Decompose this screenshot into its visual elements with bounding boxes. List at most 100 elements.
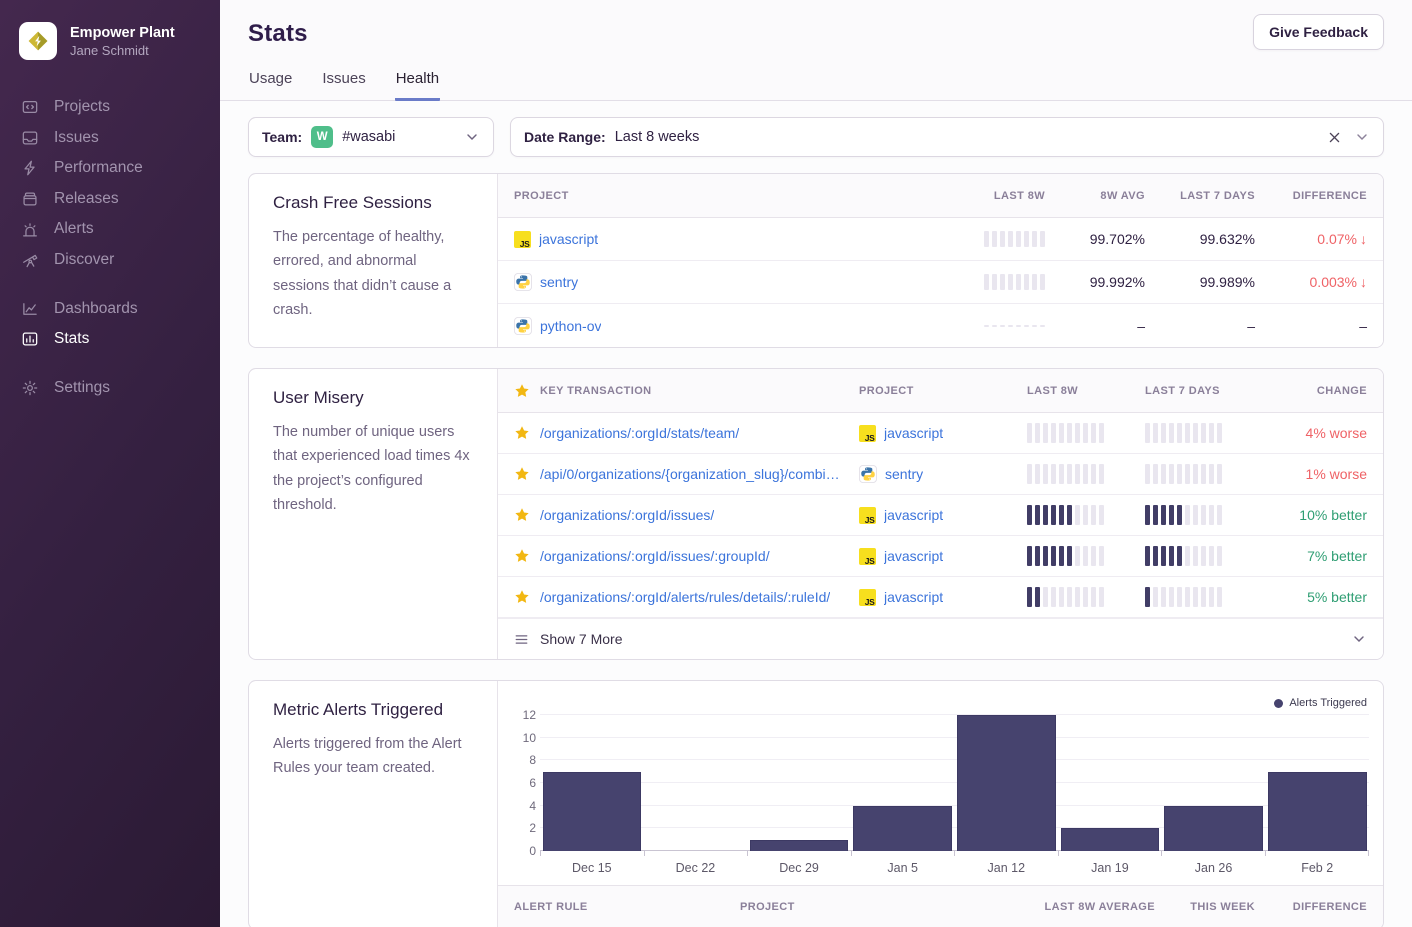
- transaction-link[interactable]: /organizations/:orgId/issues/:groupId/: [540, 548, 770, 564]
- sparkline: [984, 274, 1045, 290]
- project-link[interactable]: javascript: [884, 548, 943, 564]
- key-transaction-cell: /organizations/:orgId/issues/: [514, 507, 859, 523]
- sparkline-cell: [1027, 423, 1145, 443]
- table-row: /organizations/:orgId/alerts/rules/detai…: [498, 577, 1383, 618]
- team-select[interactable]: Team: W #wasabi: [248, 117, 494, 157]
- tab-health[interactable]: Health: [395, 70, 440, 101]
- metric-alerts-chart-area: Alerts Triggered 024681012 Dec 15Dec 22D…: [498, 681, 1383, 927]
- javascript-platform-icon: JS: [514, 231, 531, 248]
- bar[interactable]: [1164, 806, 1263, 851]
- user-misery-panel: User Misery The number of unique users t…: [248, 368, 1384, 660]
- chart-legend[interactable]: Alerts Triggered: [514, 689, 1369, 715]
- key-transaction-star-icon[interactable]: [514, 466, 530, 482]
- tab-issues[interactable]: Issues: [321, 70, 366, 101]
- x-tick-label: Feb 2: [1265, 861, 1369, 875]
- alert-rules-table-header: ALERT RULEPROJECTLAST 8W AVERAGETHIS WEE…: [498, 885, 1383, 927]
- x-tick-label: Jan 12: [955, 861, 1059, 875]
- list-icon: [514, 632, 529, 647]
- bar[interactable]: [853, 806, 952, 851]
- filter-row: Team: W #wasabi Date Range: Last 8 weeks: [248, 117, 1384, 157]
- releases-icon: [21, 190, 39, 208]
- sidebar-item-discover[interactable]: Discover: [0, 245, 220, 276]
- bar[interactable]: [957, 715, 1056, 851]
- javascript-platform-icon: JS: [859, 548, 876, 565]
- dashboards-icon: [21, 300, 39, 318]
- show-more-label: Show 7 More: [540, 631, 622, 647]
- sidebar-item-releases[interactable]: Releases: [0, 184, 220, 215]
- transaction-link[interactable]: /api/0/organizations/{organization_slug}…: [540, 466, 845, 482]
- sidebar-item-label: Projects: [54, 98, 110, 117]
- y-tick-label: 12: [523, 708, 536, 722]
- org-switcher[interactable]: Empower Plant Jane Schmidt: [0, 22, 220, 60]
- show-more-button[interactable]: Show 7 More: [498, 618, 1383, 659]
- sparkline: [1145, 505, 1263, 525]
- bar-slot: [955, 715, 1059, 851]
- column-header: LAST 8W: [1027, 385, 1145, 397]
- x-tick-icon: [1265, 851, 1266, 856]
- x-tick-label: Jan 19: [1058, 861, 1162, 875]
- column-header: LAST 8W AVERAGE: [1044, 901, 1155, 913]
- change-value: 7% better: [1307, 548, 1367, 564]
- give-feedback-button[interactable]: Give Feedback: [1253, 14, 1384, 50]
- sidebar-item-issues[interactable]: Issues: [0, 123, 220, 154]
- key-transaction-star-icon[interactable]: [514, 425, 530, 441]
- sidebar-item-settings[interactable]: Settings: [0, 373, 220, 404]
- sidebar-item-projects[interactable]: Projects: [0, 92, 220, 123]
- discover-icon: [21, 251, 39, 269]
- team-label: Team:: [262, 129, 302, 145]
- key-transaction-star-icon[interactable]: [514, 548, 530, 564]
- y-tick-label: 6: [529, 776, 536, 790]
- project-link[interactable]: javascript: [884, 507, 943, 523]
- key-transaction-star-icon[interactable]: [514, 507, 530, 523]
- sparkline-cell: [1027, 546, 1145, 566]
- bar[interactable]: [543, 772, 642, 851]
- x-tick-label: Jan 26: [1162, 861, 1266, 875]
- sparkline: [984, 325, 1045, 327]
- tab-bar: Usage Issues Health: [248, 70, 1384, 100]
- project-link[interactable]: javascript: [884, 589, 943, 605]
- bar[interactable]: [1061, 828, 1160, 851]
- sidebar-item-dashboards[interactable]: Dashboards: [0, 294, 220, 325]
- column-header: PROJECT: [859, 385, 1027, 397]
- sidebar-item-stats[interactable]: Stats: [0, 324, 220, 355]
- sparkline-cell: [1145, 546, 1263, 566]
- key-transaction-star-icon[interactable]: [514, 589, 530, 605]
- transaction-link[interactable]: /organizations/:orgId/stats/team/: [540, 425, 739, 441]
- user-misery-table: KEY TRANSACTIONPROJECTLAST 8WLAST 7 DAYS…: [498, 369, 1383, 659]
- project-link[interactable]: python-ov: [540, 318, 601, 334]
- bar[interactable]: [1268, 772, 1367, 851]
- column-header: CHANGE: [1317, 385, 1367, 397]
- chart-plot: [540, 715, 1369, 851]
- change-value: 4% worse: [1306, 425, 1367, 441]
- issues-icon: [21, 129, 39, 147]
- tab-usage[interactable]: Usage: [248, 70, 293, 101]
- project-link[interactable]: javascript: [539, 231, 598, 247]
- project-link[interactable]: sentry: [540, 274, 578, 290]
- project-cell: sentry: [859, 465, 1027, 483]
- clear-icon[interactable]: [1327, 130, 1342, 145]
- app-root: Empower Plant Jane Schmidt Projects Issue…: [0, 0, 1412, 927]
- sparkline-cell: [1145, 423, 1263, 443]
- panel-title: User Misery: [273, 388, 473, 408]
- project-cell: sentry: [514, 273, 935, 291]
- settings-icon: [21, 379, 39, 397]
- sparkline-cell: [1027, 587, 1145, 607]
- bar-slot: [1265, 715, 1369, 851]
- bar[interactable]: [750, 840, 849, 851]
- date-range-select[interactable]: Date Range: Last 8 weeks: [510, 117, 1384, 157]
- column-header: LAST 7 DAYS: [1145, 385, 1263, 397]
- project-link[interactable]: sentry: [885, 466, 923, 482]
- sidebar-item-alerts[interactable]: Alerts: [0, 214, 220, 245]
- panel-description: Alerts triggered from the Alert Rules yo…: [273, 732, 473, 781]
- project-link[interactable]: javascript: [884, 425, 943, 441]
- sparkline-cell: [1027, 505, 1145, 525]
- transaction-link[interactable]: /organizations/:orgId/alerts/rules/detai…: [540, 589, 830, 605]
- project-cell: JSjavascript: [859, 589, 1027, 606]
- sidebar-item-performance[interactable]: Performance: [0, 153, 220, 184]
- nav-divider: [0, 276, 220, 294]
- metric-alerts-info: Metric Alerts Triggered Alerts triggered…: [249, 681, 498, 927]
- project-cell: JSjavascript: [859, 507, 1027, 524]
- table-row: JSjavascript99.702%99.632%0.07%↓: [498, 218, 1383, 261]
- table-row: /organizations/:orgId/stats/team/JSjavas…: [498, 413, 1383, 454]
- transaction-link[interactable]: /organizations/:orgId/issues/: [540, 507, 714, 523]
